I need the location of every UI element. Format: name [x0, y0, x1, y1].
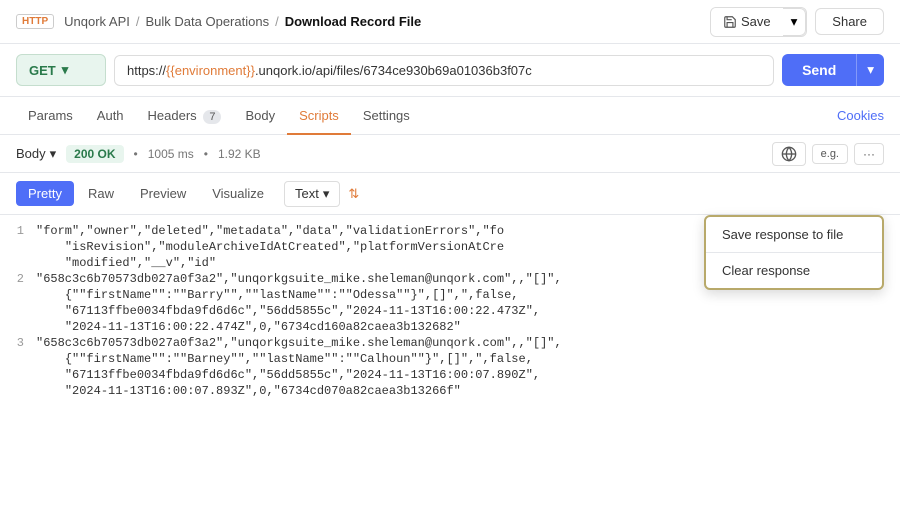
line-content: "67113ffbe0034fbda9fd6d6c","56dd5855c","…	[36, 368, 900, 382]
line-number: 1	[0, 224, 36, 238]
table-row: "2024-11-13T16:00:22.474Z",0,"6734cd160a…	[0, 319, 900, 335]
tab-headers[interactable]: Headers 7	[136, 98, 234, 135]
tab-auth[interactable]: Auth	[85, 98, 136, 135]
table-row: "2024-11-13T16:00:07.893Z",0,"6734cd070a…	[0, 383, 900, 399]
tabs: Params Auth Headers 7 Body Scripts Setti…	[0, 97, 900, 135]
tab-params[interactable]: Params	[16, 98, 85, 135]
method-chevron-icon: ▾	[62, 62, 69, 78]
dot-sep-2: •	[204, 147, 208, 161]
tab-body[interactable]: Body	[233, 98, 287, 135]
url-suffix: .unqork.io/api/files/6734ce930b69a01036b…	[255, 63, 532, 78]
line-number	[0, 320, 36, 334]
url-env: {{environment}}	[166, 63, 255, 78]
save-dropdown-button[interactable]: ▾	[783, 8, 807, 36]
cookies-link[interactable]: Cookies	[837, 108, 884, 123]
dot-sep-1: •	[134, 147, 138, 161]
tab-settings[interactable]: Settings	[351, 98, 422, 135]
text-chevron-icon: ▾	[323, 186, 330, 202]
line-content: {""firstName"":""Barney"",""lastName"":"…	[36, 352, 900, 366]
tab-scripts[interactable]: Scripts	[287, 98, 351, 135]
method-select[interactable]: GET ▾	[16, 54, 106, 86]
line-number	[0, 384, 36, 398]
pretty-button[interactable]: Pretty	[16, 181, 74, 206]
response-bar: Body ▾ 200 OK • 1005 ms • 1.92 KB e.g. ·…	[0, 135, 900, 173]
save-label: Save	[741, 14, 771, 29]
http-badge: HTTP	[16, 14, 54, 29]
line-content: {""firstName"":""Barry"",""lastName"":""…	[36, 288, 900, 302]
url-bar: GET ▾ https:// {{environment}} .unqork.i…	[0, 44, 900, 97]
tab-headers-label: Headers	[148, 108, 197, 123]
breadcrumb: Unqork API / Bulk Data Operations / Down…	[64, 14, 421, 29]
send-button[interactable]: Send	[782, 54, 856, 86]
line-content: "67113ffbe0034fbda9fd6d6c","56dd5855c","…	[36, 304, 900, 318]
breadcrumb-sep-1: /	[136, 14, 140, 29]
send-button-group: Send ▾	[782, 54, 884, 86]
table-row: {""firstName"":""Barney"",""lastName"":"…	[0, 351, 900, 367]
breadcrumb-item-2[interactable]: Bulk Data Operations	[146, 14, 270, 29]
visualize-button[interactable]: Visualize	[200, 181, 276, 206]
breadcrumb-current: Download Record File	[285, 14, 422, 29]
body-label: Body ▾	[16, 146, 56, 162]
response-size: 1.92 KB	[218, 147, 261, 161]
eg-icon-button[interactable]: e.g.	[812, 144, 848, 164]
line-content: "658c3c6b70573db027a0f3a2","unqorkgsuite…	[36, 336, 900, 350]
line-number	[0, 240, 36, 254]
line-content: "2024-11-13T16:00:22.474Z",0,"6734cd160a…	[36, 320, 900, 334]
header-actions: Save ▾ Share	[710, 7, 884, 37]
response-time: 1005 ms	[148, 147, 194, 161]
table-row: "67113ffbe0034fbda9fd6d6c","56dd5855c","…	[0, 367, 900, 383]
status-badge: 200 OK	[66, 145, 123, 163]
globe-icon	[781, 146, 797, 162]
save-response-to-file-item[interactable]: Save response to file	[706, 217, 882, 253]
breadcrumb-item-1[interactable]: Unqork API	[64, 14, 130, 29]
body-chevron-icon: ▾	[50, 146, 57, 162]
breadcrumb-sep-2: /	[275, 14, 279, 29]
url-input[interactable]: https:// {{environment}} .unqork.io/api/…	[114, 55, 774, 86]
table-row: "67113ffbe0034fbda9fd6d6c","56dd5855c","…	[0, 303, 900, 319]
format-bar: Pretty Raw Preview Visualize Text ▾ ⇅ Sa…	[0, 173, 900, 215]
more-options-button[interactable]: ···	[854, 143, 884, 165]
line-number	[0, 368, 36, 382]
table-row: 3 "658c3c6b70573db027a0f3a2","unqorkgsui…	[0, 335, 900, 351]
save-button[interactable]: Save	[711, 8, 783, 36]
save-button-group: Save ▾	[710, 7, 807, 37]
line-number: 3	[0, 336, 36, 350]
headers-badge: 7	[203, 110, 221, 124]
send-dropdown-button[interactable]: ▾	[856, 54, 884, 86]
globe-icon-button[interactable]	[772, 142, 806, 166]
preview-button[interactable]: Preview	[128, 181, 198, 206]
text-format-label: Text	[295, 186, 319, 201]
clear-response-item[interactable]: Clear response	[706, 253, 882, 288]
line-number	[0, 288, 36, 302]
header: HTTP Unqork API / Bulk Data Operations /…	[0, 0, 900, 44]
line-number	[0, 352, 36, 366]
text-format-select[interactable]: Text ▾	[284, 181, 340, 207]
line-number: 2	[0, 272, 36, 286]
url-prefix: https://	[127, 63, 166, 78]
sort-icon[interactable]: ⇅	[348, 186, 359, 202]
body-text: Body	[16, 146, 46, 161]
method-label: GET	[29, 63, 56, 78]
line-number	[0, 256, 36, 270]
line-content: "2024-11-13T16:00:07.893Z",0,"6734cd070a…	[36, 384, 900, 398]
save-icon	[723, 15, 737, 29]
response-dropdown-menu: Save response to file Clear response	[704, 215, 884, 290]
response-icons: e.g. ···	[772, 142, 884, 166]
share-button[interactable]: Share	[815, 8, 884, 35]
line-number	[0, 304, 36, 318]
raw-button[interactable]: Raw	[76, 181, 126, 206]
